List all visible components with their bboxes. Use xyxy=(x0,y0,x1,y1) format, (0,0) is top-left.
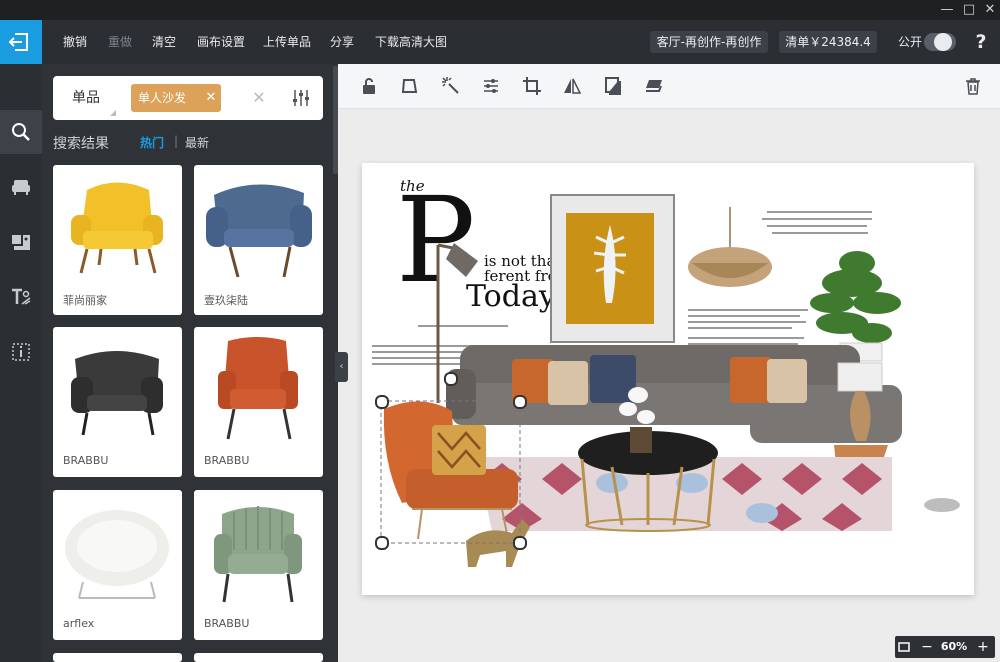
search-icon[interactable] xyxy=(9,120,33,144)
adjust-icon[interactable] xyxy=(481,76,501,96)
result-label: BRABBU xyxy=(204,454,250,467)
dropdown-corner-icon xyxy=(110,110,116,116)
result-label: arflex xyxy=(63,617,95,630)
delete-icon[interactable] xyxy=(963,76,983,96)
result-card[interactable]: BRABBU xyxy=(194,490,323,640)
clear-button[interactable]: 清空 xyxy=(152,20,176,64)
public-label: 公开 xyxy=(898,35,923,49)
editor-toolbar xyxy=(338,64,1000,109)
result-label: BRABBU xyxy=(63,454,109,467)
fur-chair-image xyxy=(65,510,169,599)
sofa-icon[interactable] xyxy=(9,175,33,199)
maximize-button[interactable]: □ xyxy=(959,0,979,20)
zoom-in-button[interactable]: + xyxy=(974,636,992,658)
result-label: 菲尚丽家 xyxy=(63,294,107,307)
unlock-icon[interactable] xyxy=(359,76,379,96)
share-button[interactable]: 分享 xyxy=(330,20,354,64)
result-label: 壹玖柒陆 xyxy=(204,294,248,307)
material-icon[interactable] xyxy=(9,230,33,254)
resize-handle-tr[interactable] xyxy=(513,395,527,409)
resize-handle-br[interactable] xyxy=(513,536,527,550)
result-card[interactable] xyxy=(53,653,182,662)
resize-handle-bl[interactable] xyxy=(375,536,389,550)
result-card[interactable]: BRABBU xyxy=(53,327,182,477)
toggle-knob xyxy=(934,33,952,51)
download-button[interactable]: 下载高清大图 xyxy=(375,20,447,64)
list-total-button[interactable]: 清单￥24384.4 xyxy=(779,31,877,53)
crop-icon[interactable] xyxy=(522,76,542,96)
close-button[interactable]: ✕ xyxy=(980,0,1000,20)
results-title: 搜索结果 xyxy=(53,136,109,152)
clear-search-icon[interactable]: ✕ xyxy=(249,88,269,108)
green-armchair-image xyxy=(214,506,302,603)
resize-handle-tl[interactable] xyxy=(375,395,389,409)
info-icon[interactable] xyxy=(9,340,33,364)
zoom-level: 60% xyxy=(940,640,968,653)
flip-icon[interactable] xyxy=(562,76,582,96)
design-canvas[interactable]: the P is not that ferent from Today xyxy=(362,163,974,595)
dark-armchair-image xyxy=(71,351,163,436)
text-icon[interactable] xyxy=(9,285,33,309)
tab-separator: | xyxy=(174,134,179,148)
result-card[interactable]: 菲尚丽家 xyxy=(53,165,182,315)
magic-wand-icon[interactable] xyxy=(441,76,461,96)
upload-button[interactable]: 上传单品 xyxy=(263,20,311,64)
undo-button[interactable]: 撤销 xyxy=(63,20,87,64)
exit-button[interactable] xyxy=(0,20,42,64)
orange-armchair-image xyxy=(218,337,298,440)
rotate-handle[interactable] xyxy=(444,372,458,386)
result-card[interactable]: 壹玖柒陆 xyxy=(194,165,323,315)
help-button[interactable]: ? xyxy=(970,31,992,53)
filter-icon[interactable] xyxy=(290,87,312,109)
blue-armchair-image xyxy=(206,184,312,278)
result-card[interactable] xyxy=(194,653,323,662)
result-card[interactable]: arflex xyxy=(53,490,182,640)
exit-icon xyxy=(8,33,28,51)
project-title[interactable]: 客厅-再创作-再创作 xyxy=(650,31,768,53)
minimize-button[interactable]: — xyxy=(937,0,957,20)
result-label: BRABBU xyxy=(204,617,250,630)
tab-newest[interactable]: 最新 xyxy=(185,134,209,151)
zoom-out-button[interactable]: − xyxy=(918,636,936,658)
canvas-settings-button[interactable]: 画布设置 xyxy=(197,20,245,64)
fit-screen-icon[interactable] xyxy=(898,641,910,653)
redo-button[interactable]: 重做 xyxy=(108,20,132,64)
layer-icon[interactable] xyxy=(644,76,664,96)
shadow-icon[interactable] xyxy=(603,76,623,96)
yellow-armchair-image xyxy=(71,182,163,274)
result-card[interactable]: BRABBU xyxy=(194,327,323,477)
collapse-panel-button[interactable]: ‹ xyxy=(335,352,348,382)
filter-tag-label: 单人沙发 xyxy=(138,91,187,105)
tab-hot[interactable]: 热门 xyxy=(140,134,164,151)
window-title-bar xyxy=(0,0,1000,20)
transform-icon[interactable] xyxy=(400,76,420,96)
remove-tag-icon[interactable]: ✕ xyxy=(201,84,221,112)
